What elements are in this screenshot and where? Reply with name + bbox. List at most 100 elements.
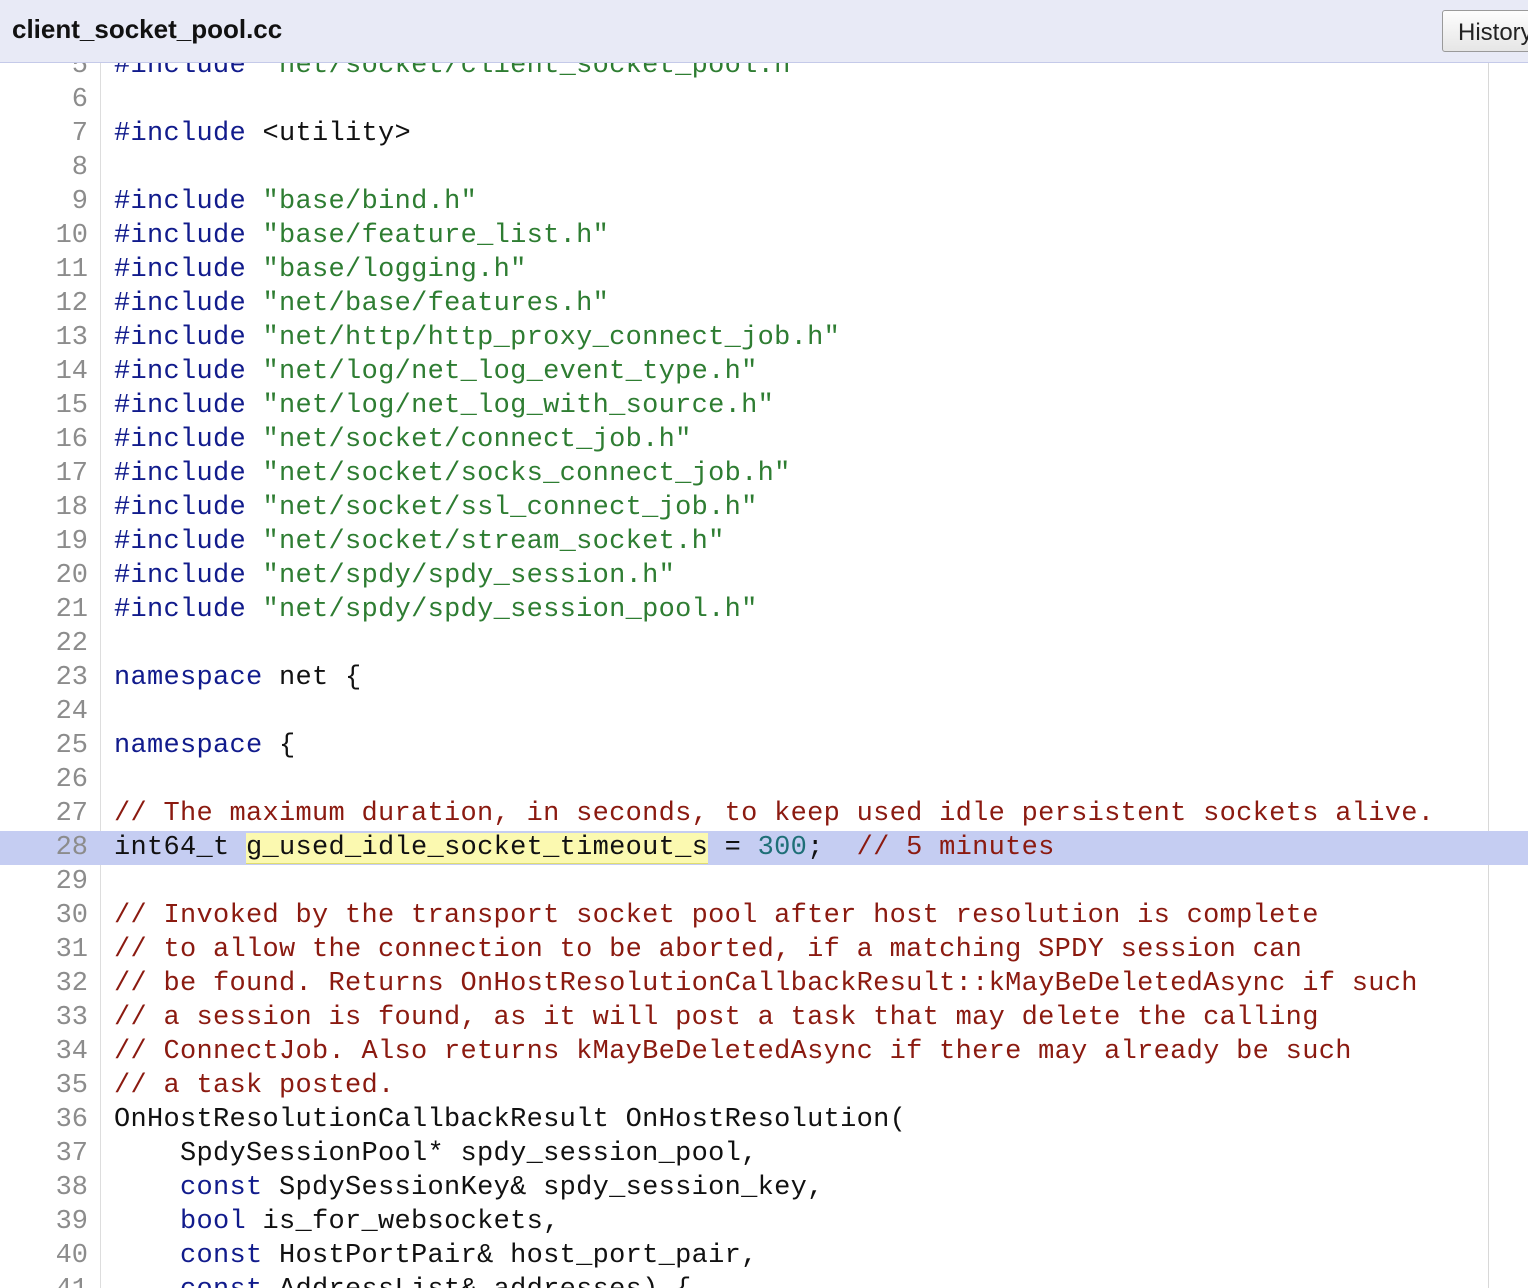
history-button[interactable]: History xyxy=(1442,10,1528,52)
highlighted-symbol[interactable]: g_used_idle_socket_timeout_s xyxy=(246,833,709,864)
line-number: 11 xyxy=(55,255,88,285)
line-code: #include "net/spdy/spdy_session.h" xyxy=(114,559,675,593)
line-code: #include "net/log/net_log_event_type.h" xyxy=(114,355,758,389)
line-number: 15 xyxy=(55,391,88,421)
code-line[interactable]: 18 #include "net/socket/ssl_connect_job.h… xyxy=(0,491,1528,525)
code-line[interactable]: 10 #include "base/feature_list.h" xyxy=(0,219,1528,253)
line-code: const AddressList& addresses) { xyxy=(114,1273,692,1288)
code-line[interactable]: 31 // to allow the connection to be abort… xyxy=(0,933,1528,967)
code-line[interactable]: 15 #include "net/log/net_log_with_source.… xyxy=(0,389,1528,423)
line-code: // to allow the connection to be aborted… xyxy=(114,933,1302,967)
string-token: "net/base/features.h" xyxy=(262,289,610,319)
file-header: client_socket_pool.cc History xyxy=(0,0,1528,63)
preprocessor-token: #include xyxy=(114,595,247,625)
code-line[interactable]: 12 #include "net/base/features.h" xyxy=(0,287,1528,321)
line-number: 12 xyxy=(55,289,88,319)
line-code: // a task posted. xyxy=(114,1069,395,1103)
line-number: 35 xyxy=(55,1071,88,1101)
preprocessor-token: #include xyxy=(114,323,247,353)
preprocessor-token: #include xyxy=(114,391,247,421)
string-token: "net/socket/socks_connect_job.h" xyxy=(262,459,791,489)
string-token: "base/feature_list.h" xyxy=(262,221,610,251)
preprocessor-token: #include xyxy=(114,561,247,591)
line-code: // The maximum duration, in seconds, to … xyxy=(114,797,1434,831)
code-line[interactable]: 17 #include "net/socket/socks_connect_job… xyxy=(0,457,1528,491)
line-code: #include "base/feature_list.h" xyxy=(114,219,609,253)
string-token: "net/socket/client_socket_pool.h" xyxy=(262,63,808,81)
line-number: 18 xyxy=(55,493,88,523)
code-token: SpdySessionPool* spdy_session_pool, xyxy=(114,1139,758,1169)
code-token: is_for_websockets, xyxy=(246,1207,560,1237)
line-number: 41 xyxy=(0,1273,88,1288)
code-line[interactable]: 7 #include <utility> xyxy=(0,117,1528,151)
preprocessor-token: #include xyxy=(114,459,247,489)
preprocessor-token: #include xyxy=(114,119,247,149)
code-line[interactable]: 26 xyxy=(0,763,1528,797)
comment-token: // ConnectJob. Also returns kMayBeDelete… xyxy=(114,1037,1352,1067)
code-line[interactable]: 5 #include "net/socket/client_socket_pool… xyxy=(0,63,1528,83)
line-code: // a session is found, as it will post a… xyxy=(114,1001,1319,1035)
code-line[interactable]: 38 const SpdySessionKey& spdy_session_ke… xyxy=(0,1171,1528,1205)
line-code: #include "net/log/net_log_with_source.h" xyxy=(114,389,774,423)
line-number: 32 xyxy=(55,969,88,999)
code-line[interactable]: 22 xyxy=(0,627,1528,661)
comment-token: // be found. Returns OnHostResolutionCal… xyxy=(114,969,1418,999)
code-line[interactable]: 34 // ConnectJob. Also returns kMayBeDele… xyxy=(0,1035,1528,1069)
code-line[interactable]: 6 xyxy=(0,83,1528,117)
code-line[interactable]: 29 xyxy=(0,865,1528,899)
code-token: net { xyxy=(262,663,362,693)
line-code: bool is_for_websockets, xyxy=(114,1205,560,1239)
code-line[interactable]: 36 OnHostResolutionCallbackResult OnHostR… xyxy=(0,1103,1528,1137)
line-number: 24 xyxy=(55,697,88,727)
keyword-token: bool xyxy=(180,1207,247,1237)
line-number: 36 xyxy=(55,1105,88,1135)
code-line[interactable]: 8 xyxy=(0,151,1528,185)
code-line-highlighted[interactable]: 28 int64_t g_used_idle_socket_timeout_s =… xyxy=(0,831,1528,865)
code-line[interactable]: 20 #include "net/spdy/spdy_session.h" xyxy=(0,559,1528,593)
code-line[interactable]: 30 // Invoked by the transport socket poo… xyxy=(0,899,1528,933)
line-number: 28 xyxy=(55,833,88,863)
line-code: #include "net/socket/socks_connect_job.h… xyxy=(114,457,791,491)
line-number: 22 xyxy=(55,629,88,659)
code-line[interactable]: 23 namespace net { xyxy=(0,661,1528,695)
code-line[interactable]: 41 const AddressList& addresses) { xyxy=(0,1273,1528,1288)
code-view[interactable]: 5 #include "net/socket/client_socket_pool… xyxy=(0,63,1528,1288)
code-line[interactable]: 16 #include "net/socket/connect_job.h" xyxy=(0,423,1528,457)
comment-token: // Invoked by the transport socket pool … xyxy=(114,901,1319,931)
keyword-token: const xyxy=(180,1173,263,1203)
code-line[interactable]: 24 xyxy=(0,695,1528,729)
line-code: #include "net/socket/ssl_connect_job.h" xyxy=(114,491,758,525)
comment-token: // 5 minutes xyxy=(856,833,1055,863)
line-number: 33 xyxy=(55,1003,88,1033)
code-line[interactable]: 21 #include "net/spdy/spdy_session_pool.h… xyxy=(0,593,1528,627)
code-line[interactable]: 9 #include "base/bind.h" xyxy=(0,185,1528,219)
code-line[interactable]: 25 namespace { xyxy=(0,729,1528,763)
code-token: { xyxy=(262,731,296,761)
line-code: SpdySessionPool* spdy_session_pool, xyxy=(114,1137,758,1171)
code-line[interactable]: 37 SpdySessionPool* spdy_session_pool, xyxy=(0,1137,1528,1171)
line-code: // ConnectJob. Also returns kMayBeDelete… xyxy=(114,1035,1352,1069)
code-line[interactable]: 13 #include "net/http/http_proxy_connect_… xyxy=(0,321,1528,355)
preprocessor-token: #include xyxy=(114,493,247,523)
line-number: 27 xyxy=(55,799,88,829)
code-line[interactable]: 11 #include "base/logging.h" xyxy=(0,253,1528,287)
code-line[interactable]: 19 #include "net/socket/stream_socket.h" xyxy=(0,525,1528,559)
code-line[interactable]: 39 bool is_for_websockets, xyxy=(0,1205,1528,1239)
code-line[interactable]: 32 // be found. Returns OnHostResolutionC… xyxy=(0,967,1528,1001)
line-code: #include "net/http/http_proxy_connect_jo… xyxy=(114,321,840,355)
code-line[interactable]: 35 // a task posted. xyxy=(0,1069,1528,1103)
code-line[interactable]: 40 const HostPortPair& host_port_pair, xyxy=(0,1239,1528,1273)
code-line[interactable]: 14 #include "net/log/net_log_event_type.h… xyxy=(0,355,1528,389)
code-line[interactable]: 33 // a session is found, as it will post… xyxy=(0,1001,1528,1035)
code-line[interactable]: 27 // The maximum duration, in seconds, t… xyxy=(0,797,1528,831)
line-number: 38 xyxy=(55,1173,88,1203)
